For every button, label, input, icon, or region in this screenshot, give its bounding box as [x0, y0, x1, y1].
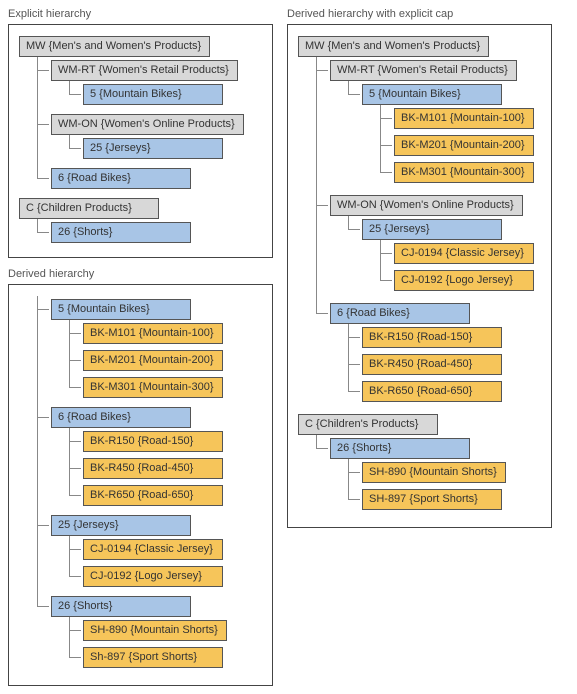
- diagram-columns: Explicit hierarchy MW {Men's and Women's…: [8, 8, 569, 686]
- node-mw: MW {Men's and Women's Products}: [19, 36, 210, 57]
- node-m201: BK-M201 {Mountain-200}: [394, 135, 534, 156]
- right-column: Derived hierarchy with explicit cap MW {…: [287, 8, 552, 528]
- node-cj192: CJ-0192 {Logo Jersey}: [83, 566, 223, 587]
- node-r650: BK-R650 {Road-650}: [362, 381, 502, 402]
- node-m101: BK-M101 {Mountain-100}: [394, 108, 534, 129]
- derived-title: Derived hierarchy: [8, 268, 273, 280]
- node-m301: BK-M301 {Mountain-300}: [394, 162, 534, 183]
- node-5: 5 {Mountain Bikes}: [51, 299, 191, 320]
- node-26: 26 {Shorts}: [330, 438, 470, 459]
- node-wmrt: WM-RT {Women's Retail Products}: [51, 60, 238, 81]
- node-5: 5 {Mountain Bikes}: [362, 84, 502, 105]
- node-cj194: CJ-0194 {Classic Jersey}: [83, 539, 223, 560]
- node-cj192: CJ-0192 {Logo Jersey}: [394, 270, 534, 291]
- node-m101: BK-M101 {Mountain-100}: [83, 323, 223, 344]
- explicit-section: Explicit hierarchy MW {Men's and Women's…: [8, 8, 273, 258]
- node-6: 6 {Road Bikes}: [330, 303, 470, 324]
- node-6: 6 {Road Bikes}: [51, 407, 191, 428]
- node-wmon: WM-ON {Women's Online Products}: [330, 195, 523, 216]
- node-r450: BK-R450 {Road-450}: [83, 458, 223, 479]
- capped-section: Derived hierarchy with explicit cap MW {…: [287, 8, 552, 528]
- node-c: C {Children's Products}: [298, 414, 438, 435]
- derived-panel: 5 {Mountain Bikes} BK-M101 {Mountain-100…: [8, 284, 273, 686]
- node-sh890: SH-890 {Mountain Shorts}: [83, 620, 227, 641]
- node-sh890: SH-890 {Mountain Shorts}: [362, 462, 506, 483]
- node-wmrt: WM-RT {Women's Retail Products}: [330, 60, 517, 81]
- node-25: 25 {Jerseys}: [83, 138, 223, 159]
- node-25: 25 {Jerseys}: [51, 515, 191, 536]
- left-column: Explicit hierarchy MW {Men's and Women's…: [8, 8, 273, 686]
- explicit-title: Explicit hierarchy: [8, 8, 273, 20]
- node-cj194: CJ-0194 {Classic Jersey}: [394, 243, 534, 264]
- node-r450: BK-R450 {Road-450}: [362, 354, 502, 375]
- node-c: C {Children Products}: [19, 198, 159, 219]
- explicit-panel: MW {Men's and Women's Products} WM-RT {W…: [8, 24, 273, 258]
- node-26: 26 {Shorts}: [51, 222, 191, 243]
- node-mw: MW {Men's and Women's Products}: [298, 36, 489, 57]
- node-m301: BK-M301 {Mountain-300}: [83, 377, 223, 398]
- node-r150: BK-R150 {Road-150}: [362, 327, 502, 348]
- node-sh897: Sh-897 {Sport Shorts}: [83, 647, 223, 668]
- node-m201: BK-M201 {Mountain-200}: [83, 350, 223, 371]
- capped-title: Derived hierarchy with explicit cap: [287, 8, 552, 20]
- node-6: 6 {Road Bikes}: [51, 168, 191, 189]
- node-sh897: SH-897 {Sport Shorts}: [362, 489, 502, 510]
- node-26: 26 {Shorts}: [51, 596, 191, 617]
- capped-panel: MW {Men's and Women's Products} WM-RT {W…: [287, 24, 552, 528]
- derived-section: Derived hierarchy 5 {Mountain Bikes} BK-…: [8, 268, 273, 686]
- node-wmon: WM-ON {Women's Online Products}: [51, 114, 244, 135]
- node-r650: BK-R650 {Road-650}: [83, 485, 223, 506]
- node-25: 25 {Jerseys}: [362, 219, 502, 240]
- node-r150: BK-R150 {Road-150}: [83, 431, 223, 452]
- node-5: 5 {Mountain Bikes}: [83, 84, 223, 105]
